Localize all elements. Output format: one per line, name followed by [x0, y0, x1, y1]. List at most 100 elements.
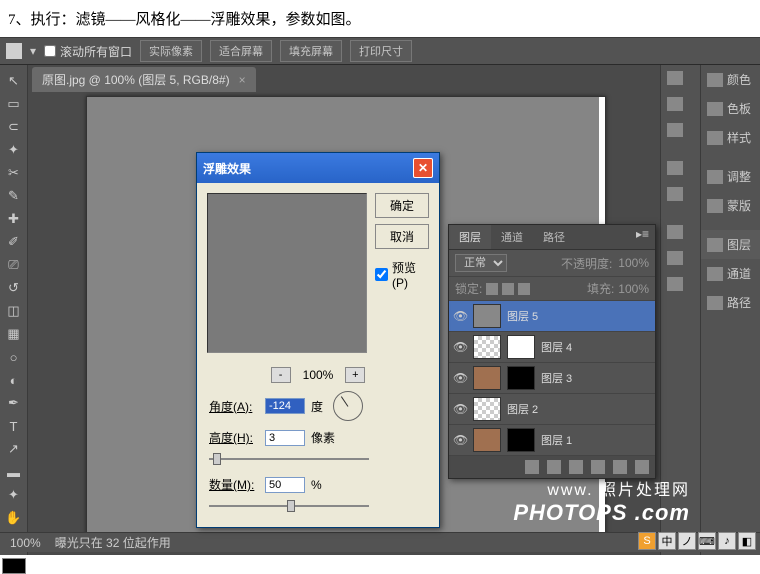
layer-mask[interactable]	[507, 335, 535, 359]
fill-screen-button[interactable]: 填充屏幕	[280, 40, 342, 62]
panel-styles[interactable]: 样式	[701, 123, 760, 152]
angle-dial[interactable]	[333, 391, 363, 421]
panel-adjustments[interactable]: 调整	[701, 162, 760, 191]
lock-pixels-icon[interactable]	[486, 283, 498, 295]
layer-row-4[interactable]: 👁 图层 4	[449, 332, 655, 363]
blur-tool[interactable]: ○	[2, 346, 26, 368]
hand-tool[interactable]: ✋	[2, 507, 26, 529]
fit-screen-button[interactable]: 适合屏幕	[210, 40, 272, 62]
preview-box[interactable]	[207, 193, 367, 353]
fill-value[interactable]: 100%	[618, 282, 649, 296]
amount-input[interactable]	[265, 477, 305, 493]
path-tool[interactable]: ↗	[2, 438, 26, 460]
shape-tool[interactable]: ▬	[2, 461, 26, 483]
panel-icon-1[interactable]	[661, 65, 700, 91]
marquee-tool[interactable]: ▭	[2, 93, 26, 115]
panel-color[interactable]: 颜色	[701, 65, 760, 94]
lock-position-icon[interactable]	[502, 283, 514, 295]
pen-tool[interactable]: ✒	[2, 392, 26, 414]
ime-kbd[interactable]: ⌨	[698, 532, 716, 550]
layer-row-2[interactable]: 👁 图层 2	[449, 394, 655, 425]
dialog-titlebar[interactable]: 浮雕效果 ✕	[197, 153, 439, 183]
history-brush-tool[interactable]: ↺	[2, 277, 26, 299]
panel-icon-6[interactable]	[661, 219, 700, 245]
scroll-all-checkbox[interactable]: 滚动所有窗口	[44, 43, 132, 60]
layer-mask-icon[interactable]	[569, 460, 583, 474]
opacity-value[interactable]: 100%	[618, 256, 649, 270]
preview-check-input[interactable]	[375, 268, 388, 281]
panel-menu-icon[interactable]: ▸≡	[630, 225, 655, 249]
new-group-icon[interactable]	[591, 460, 605, 474]
layer-thumb[interactable]	[473, 304, 501, 328]
tool-preset-icon[interactable]	[6, 43, 22, 59]
layer-mask[interactable]	[507, 366, 535, 390]
blend-mode-select[interactable]: 正常	[455, 254, 507, 272]
layer-name[interactable]: 图层 3	[541, 370, 572, 386]
height-slider[interactable]	[209, 452, 369, 466]
panel-icon-7[interactable]	[661, 245, 700, 271]
type-tool[interactable]: T	[2, 415, 26, 437]
layer-name[interactable]: 图层 5	[507, 308, 538, 324]
layer-name[interactable]: 图层 4	[541, 339, 572, 355]
document-tab[interactable]: 原图.jpg @ 100% (图层 5, RGB/8#) ×	[32, 67, 256, 92]
ok-button[interactable]: 确定	[375, 193, 429, 218]
height-input[interactable]	[265, 430, 305, 446]
panel-masks[interactable]: 蒙版	[701, 191, 760, 220]
layer-thumb[interactable]	[473, 397, 501, 421]
panel-icon-3[interactable]	[661, 117, 700, 143]
layer-row-3[interactable]: 👁 图层 3	[449, 363, 655, 394]
layer-thumb[interactable]	[473, 366, 501, 390]
new-layer-icon[interactable]	[613, 460, 627, 474]
tab-channels[interactable]: 通道	[491, 225, 533, 249]
dialog-close-button[interactable]: ✕	[413, 158, 433, 178]
layer-name[interactable]: 图层 2	[507, 401, 538, 417]
tab-paths[interactable]: 路径	[533, 225, 575, 249]
panel-icon-4[interactable]	[661, 155, 700, 181]
brush-tool[interactable]: ✐	[2, 231, 26, 253]
zoom-out-button[interactable]: -	[271, 367, 291, 383]
dropdown-icon[interactable]: ▾	[30, 44, 36, 58]
lasso-tool[interactable]: ⊂	[2, 116, 26, 138]
heal-tool[interactable]: ✚	[2, 208, 26, 230]
ime-lang[interactable]: 中	[658, 532, 676, 550]
eraser-tool[interactable]: ◫	[2, 300, 26, 322]
panel-layers[interactable]: 图层	[701, 230, 760, 259]
visibility-icon[interactable]: 👁	[453, 309, 467, 323]
lock-all-icon[interactable]	[518, 283, 530, 295]
visibility-icon[interactable]: 👁	[453, 371, 467, 385]
layer-style-icon[interactable]	[547, 460, 561, 474]
amount-slider[interactable]	[209, 499, 369, 513]
visibility-icon[interactable]: 👁	[453, 340, 467, 354]
print-size-button[interactable]: 打印尺寸	[350, 40, 412, 62]
eyedropper-tool[interactable]: ✎	[2, 185, 26, 207]
panel-icon-2[interactable]	[661, 91, 700, 117]
layer-row-1[interactable]: 👁 图层 1	[449, 425, 655, 456]
3d-tool[interactable]: ✦	[2, 484, 26, 506]
ime-icon[interactable]: S	[638, 532, 656, 550]
panel-icon-5[interactable]	[661, 181, 700, 207]
visibility-icon[interactable]: 👁	[453, 433, 467, 447]
tab-layers[interactable]: 图层	[449, 225, 491, 249]
stamp-tool[interactable]: ⎚	[2, 254, 26, 276]
layer-mask[interactable]	[507, 428, 535, 452]
ime-punct[interactable]: ノ	[678, 532, 696, 550]
layer-thumb[interactable]	[473, 335, 501, 359]
wand-tool[interactable]: ✦	[2, 139, 26, 161]
ime-sound[interactable]: ♪	[718, 532, 736, 550]
layer-name[interactable]: 图层 1	[541, 432, 572, 448]
move-tool[interactable]: ↖	[2, 70, 26, 92]
scroll-all-input[interactable]	[44, 45, 56, 57]
ime-pad[interactable]: ◧	[738, 532, 756, 550]
actual-pixels-button[interactable]: 实际像素	[140, 40, 202, 62]
color-swatch[interactable]	[2, 558, 26, 574]
dodge-tool[interactable]: ◐	[2, 369, 26, 391]
link-layers-icon[interactable]	[525, 460, 539, 474]
preview-checkbox[interactable]: 预览(P)	[375, 259, 429, 290]
close-tab-icon[interactable]: ×	[239, 73, 246, 87]
zoom-in-button[interactable]: +	[345, 367, 365, 383]
panel-icon-8[interactable]	[661, 271, 700, 297]
layer-row-5[interactable]: 👁 图层 5	[449, 301, 655, 332]
gradient-tool[interactable]: ▦	[2, 323, 26, 345]
panel-channels[interactable]: 通道	[701, 259, 760, 288]
angle-input[interactable]	[265, 398, 305, 414]
